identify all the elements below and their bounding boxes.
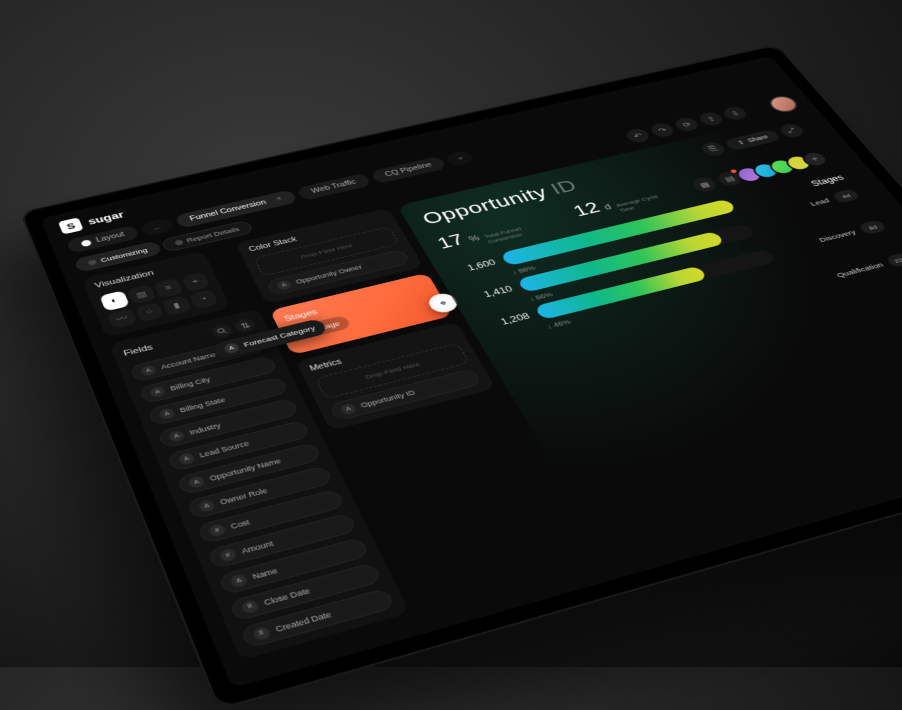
close-icon[interactable]: × xyxy=(275,196,284,203)
viz-type-funnel-icon[interactable]: ◐ xyxy=(99,290,129,311)
viz-type-line-icon[interactable]: 〰 xyxy=(107,308,137,329)
viz-type-scatter-icon[interactable]: ⁘ xyxy=(134,302,164,323)
filter-icon[interactable]: ⇅ xyxy=(233,317,258,334)
tab-layout-label: Layout xyxy=(95,231,126,244)
tab-web-label: Web Traffic xyxy=(310,179,358,195)
bar-value: 1,410 xyxy=(469,284,514,302)
bar-value: 1,208 xyxy=(486,311,532,330)
search-icon[interactable] xyxy=(210,322,235,339)
fields-title: Fields xyxy=(122,343,154,358)
calendar-icon[interactable]: ▦ xyxy=(690,176,720,194)
tab-customizing-label: Customizing xyxy=(100,247,149,263)
undo-icon[interactable]: ↶ xyxy=(623,127,652,144)
export-icon[interactable]: ⇪ xyxy=(696,111,725,128)
viz-add-button[interactable]: + xyxy=(180,272,210,292)
nav-back-icon[interactable]: ← xyxy=(140,217,175,236)
viz-type-bar-icon[interactable]: ▥ xyxy=(127,284,157,304)
viz-type-column-icon[interactable]: ▮ xyxy=(161,295,191,316)
brand-logo-icon: S xyxy=(58,217,84,234)
viz-type-pie-icon[interactable]: ◔ xyxy=(188,289,218,310)
user-avatar[interactable] xyxy=(765,94,802,114)
share-icon: ⇪ xyxy=(736,139,747,146)
viz-type-stack-icon[interactable]: ≡ xyxy=(154,278,184,298)
bar-value: 1,600 xyxy=(453,258,498,276)
add-tab-button[interactable]: + xyxy=(445,150,476,167)
refresh-icon[interactable]: ⟳ xyxy=(672,116,701,133)
share-label: Share xyxy=(746,134,770,144)
tab-report-label: Report Details xyxy=(186,226,241,244)
download-icon[interactable]: ⇩ xyxy=(721,105,750,122)
redo-icon[interactable]: ↷ xyxy=(648,122,677,139)
